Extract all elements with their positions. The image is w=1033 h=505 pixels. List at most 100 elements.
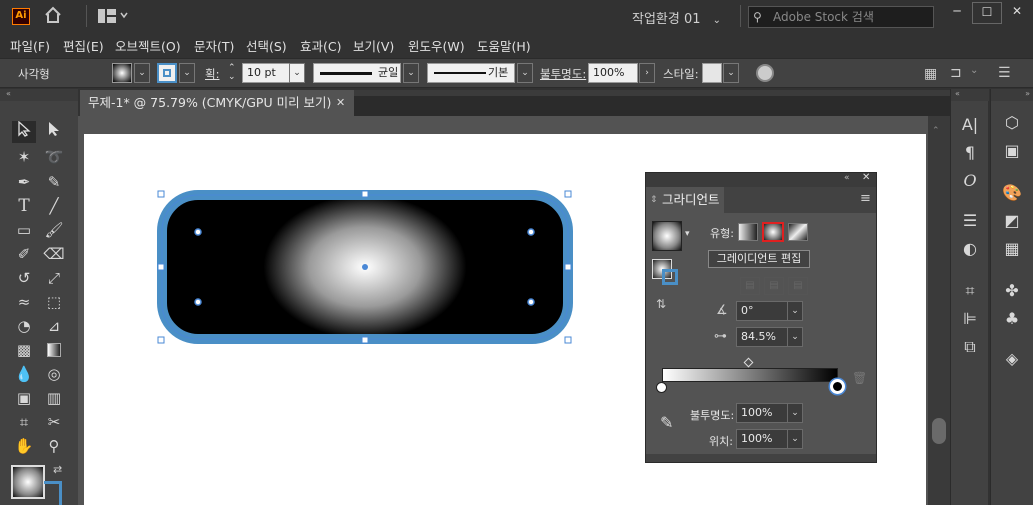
stroke-color-swatch[interactable] (44, 481, 62, 505)
direct-selection-tool-icon[interactable] (42, 121, 66, 143)
linear-gradient-button[interactable] (738, 223, 758, 241)
free-transform-icon[interactable]: ⬚ (42, 291, 66, 313)
stroke-weight-input[interactable]: 10 pt (242, 63, 290, 83)
fill-dropdown[interactable]: ⌄ (134, 63, 150, 83)
stroke-along-icon[interactable]: ▤ (764, 277, 784, 295)
menu-help[interactable]: 도움말(H) (477, 36, 531, 55)
angle-input[interactable]: 0° (736, 301, 788, 321)
stop-opacity-input[interactable]: 100% (736, 403, 788, 423)
column-graph-icon[interactable]: ▥ (42, 387, 66, 409)
maximize-button[interactable]: ☐ (972, 2, 1002, 24)
fill-swatch[interactable] (112, 63, 132, 83)
close-panel-icon[interactable]: ✕ (862, 172, 870, 183)
magic-wand-icon[interactable]: ✶ (12, 146, 36, 168)
swatches-icon[interactable]: ▦ (997, 237, 1027, 261)
perspective-grid-icon[interactable]: ⊿ (42, 315, 66, 337)
opacity-input[interactable]: 100% (588, 63, 638, 83)
symbols-icon[interactable]: ♣ (997, 307, 1027, 331)
gradient-tab[interactable]: ⇕ 그라디언트 (646, 187, 724, 213)
midpoint-diamond[interactable] (743, 357, 754, 368)
lasso-icon[interactable]: ➰ (42, 146, 66, 168)
gradient-stop-end[interactable] (830, 379, 845, 394)
radial-gradient-button[interactable] (762, 222, 784, 242)
selection-tool-icon[interactable] (12, 120, 36, 143)
opentype-icon[interactable]: O (955, 169, 985, 193)
line-tool-icon[interactable]: ╱ (42, 195, 66, 217)
panel-resize-handle[interactable] (646, 454, 876, 462)
panel-menu-icon[interactable]: ≡ (860, 191, 871, 206)
gradient-stroke-swatch[interactable] (662, 269, 678, 285)
stock-search-input[interactable]: ⚲ Adobe Stock 검색 (748, 6, 934, 28)
location-dropdown[interactable]: ⌄ (787, 429, 803, 449)
reverse-gradient-icon[interactable]: ⇅ (656, 297, 666, 311)
symbol-sprayer-icon[interactable]: ▣ (12, 387, 36, 409)
workspace-switcher[interactable]: 작업환경 01 ⌄ (632, 8, 721, 27)
pen-tool-icon[interactable]: ✒ (12, 171, 36, 193)
3d-materials-icon[interactable]: ⬡ (997, 111, 1027, 135)
collapse-panel-icon[interactable]: « (844, 173, 850, 183)
aspect-ratio-dropdown[interactable]: ⌄ (787, 327, 803, 347)
chevron-down-icon[interactable]: ⌄ (970, 65, 978, 76)
gradient-presets-dropdown[interactable]: ▾ (685, 229, 690, 239)
type-tool-icon[interactable]: T (12, 195, 36, 217)
gradient-stop-start[interactable] (656, 382, 667, 393)
stroke-panel-icon[interactable]: ☰ (955, 209, 985, 233)
eyedropper-icon[interactable]: ✎ (660, 413, 673, 432)
stop-opacity-dropdown[interactable]: ⌄ (787, 403, 803, 423)
menu-type[interactable]: 문자(T) (194, 36, 234, 55)
paintbrush-icon[interactable]: 🖌 (42, 219, 66, 241)
zoom-tool-icon[interactable]: ⚲ (42, 435, 66, 457)
brush-dropdown[interactable]: ⌄ (517, 63, 533, 83)
angle-dropdown[interactable]: ⌄ (787, 301, 803, 321)
panel-menu-icon[interactable]: ☰ (998, 65, 1011, 81)
transparency-icon[interactable]: ◐ (955, 237, 985, 261)
menu-object[interactable]: 오브젝트(O) (115, 36, 181, 55)
minimize-button[interactable]: ─ (942, 2, 972, 24)
layers-icon[interactable]: ◈ (997, 347, 1027, 371)
panel-header[interactable]: « ✕ (646, 172, 876, 187)
hand-tool-icon[interactable]: ✋ (12, 435, 36, 457)
align-icon[interactable]: ▦ (924, 66, 937, 82)
rotate-tool-icon[interactable]: ↺ (12, 267, 36, 289)
document-tab[interactable]: 무제-1* @ 75.79% (CMYK/GPU 미리 보기) ✕ (80, 90, 354, 116)
recolor-artwork-icon[interactable] (756, 64, 774, 82)
variable-width-profile[interactable]: 균일 (313, 63, 401, 83)
align-panel-icon[interactable]: ⊫ (955, 307, 985, 331)
warp-tool-icon[interactable]: ≈ (12, 291, 36, 313)
stroke-dropdown[interactable]: ⌄ (179, 63, 195, 83)
character-icon[interactable]: A| (955, 113, 985, 137)
close-tab-icon[interactable]: ✕ (336, 90, 345, 116)
profile-dropdown[interactable]: ⌄ (403, 63, 419, 83)
scroll-up-icon[interactable]: ⌃ (932, 126, 940, 136)
swap-colors-icon[interactable]: ⇄ (53, 463, 62, 476)
eyedropper-icon[interactable]: 💧 (12, 363, 36, 385)
color-guide-icon[interactable]: ◩ (997, 209, 1027, 233)
vertical-scrollbar[interactable]: ⌃ (928, 116, 950, 505)
paragraph-icon[interactable]: ¶ (955, 141, 985, 165)
artboard-tool-icon[interactable]: ⌗ (12, 411, 36, 433)
transform-icon[interactable]: ⊐ (950, 65, 962, 81)
menu-effect[interactable]: 효과(C) (300, 36, 341, 55)
collapse-icon[interactable]: » (991, 89, 1033, 101)
stroke-across-icon[interactable]: ▤ (788, 277, 808, 295)
gradient-slider[interactable] (662, 368, 838, 382)
transform-panel-icon[interactable]: ⌗ (955, 279, 985, 303)
home-icon[interactable] (44, 6, 62, 28)
eraser-icon[interactable]: ⌫ (42, 243, 66, 265)
gradient-rounded-rectangle[interactable] (150, 185, 580, 350)
arrange-documents-icon[interactable] (98, 9, 128, 26)
stroke-swatch[interactable] (157, 63, 177, 83)
stroke-weight-dropdown[interactable]: ⌄ (289, 63, 305, 83)
brush-definition[interactable]: 기본 (427, 63, 515, 83)
close-button[interactable]: ✕ (1002, 2, 1032, 24)
fill-color-swatch[interactable] (11, 465, 45, 499)
shape-builder-icon[interactable]: ◔ (12, 315, 36, 337)
gradient-tool-icon[interactable] (42, 339, 66, 361)
gradient-thumbnail[interactable] (652, 221, 682, 251)
location-input[interactable]: 100% (736, 429, 788, 449)
rectangle-tool-icon[interactable]: ▭ (12, 219, 36, 241)
style-dropdown[interactable]: ⌄ (723, 63, 739, 83)
collapse-icon[interactable]: « (0, 89, 78, 101)
brushes-icon[interactable]: ✤ (997, 279, 1027, 303)
menu-file[interactable]: 파일(F) (10, 36, 50, 55)
